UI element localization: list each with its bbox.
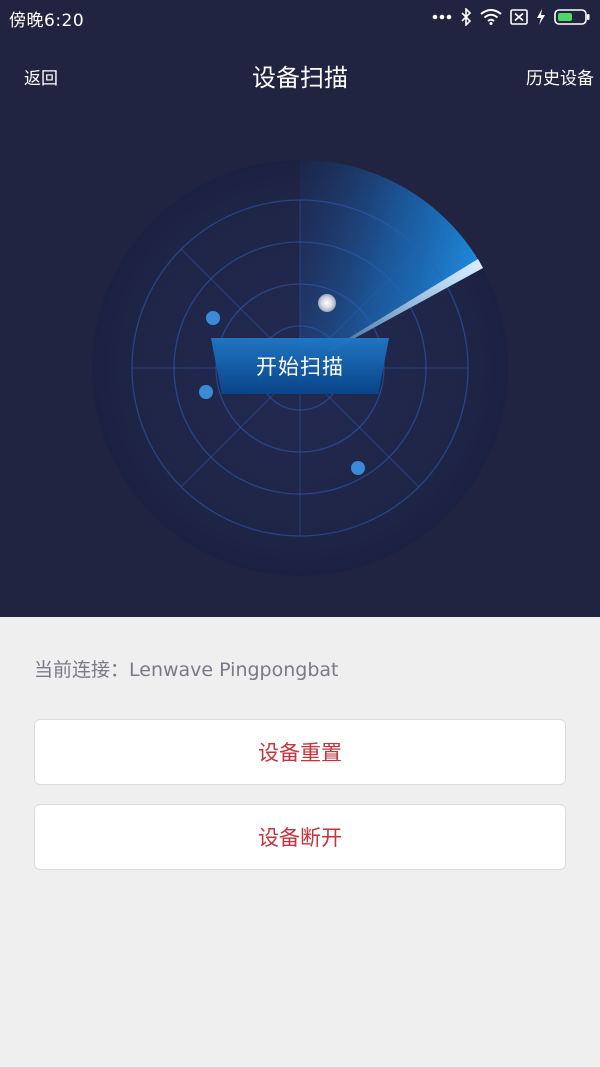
status-icons bbox=[432, 7, 590, 27]
page-title: 设备扫描 bbox=[252, 64, 348, 92]
radar-target-dot bbox=[351, 461, 365, 475]
radar-target-dot bbox=[206, 311, 220, 325]
bluetooth-icon bbox=[460, 8, 472, 26]
device-disconnect-button[interactable]: 设备断开 bbox=[34, 804, 566, 870]
radar-target-highlight bbox=[318, 294, 336, 312]
charging-icon bbox=[536, 9, 546, 25]
radar-target-dot bbox=[199, 385, 213, 399]
start-scan-button[interactable]: 开始扫描 bbox=[211, 338, 389, 394]
battery-icon bbox=[554, 9, 590, 25]
navigation-bar: 返回 设备扫描 历史设备 bbox=[0, 50, 600, 102]
wifi-icon bbox=[480, 9, 502, 25]
more-dots-icon bbox=[432, 13, 452, 21]
back-button[interactable]: 返回 bbox=[24, 64, 58, 89]
current-connection-label: 当前连接：Lenwave Pingpongbat bbox=[34, 659, 339, 681]
device-reset-button[interactable]: 设备重置 bbox=[34, 719, 566, 785]
sim-card-icon bbox=[510, 9, 528, 25]
status-bar: 傍晚6:20 bbox=[0, 0, 600, 34]
scan-header-panel: 傍晚6:20 返回 设备扫描 历史设备 开始扫描 bbox=[0, 0, 600, 617]
history-devices-button[interactable]: 历史设备 bbox=[526, 64, 594, 89]
status-time: 傍晚6:20 bbox=[9, 11, 85, 31]
